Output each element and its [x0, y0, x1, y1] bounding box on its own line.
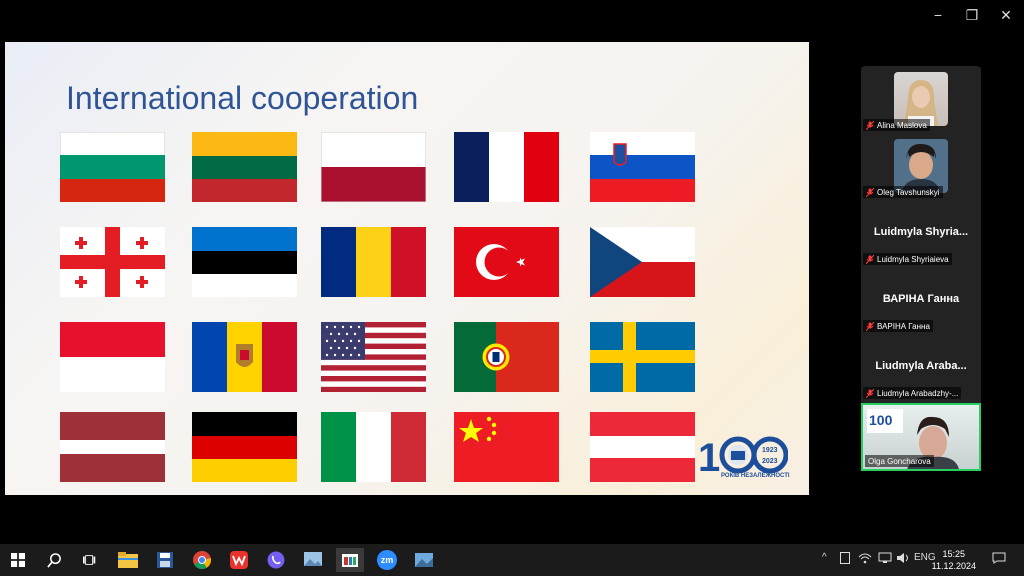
lithuania-flag [192, 132, 297, 202]
logo-caption: РОКІВ НЕЗАЛЕЖНОСТІ [721, 473, 790, 479]
file-explorer-icon[interactable] [114, 548, 142, 572]
notifications-icon[interactable] [992, 552, 1006, 567]
bulgaria-flag [60, 132, 165, 202]
avatar [894, 139, 948, 193]
video-editor-icon[interactable] [336, 548, 364, 572]
slide-title: International cooperation [66, 80, 419, 116]
austria-flag [590, 412, 695, 482]
search-icon[interactable] [40, 548, 68, 572]
zoom-icon[interactable]: zm [373, 548, 401, 572]
participant-tile[interactable]: Alina Maslova [861, 66, 981, 133]
participant-tile[interactable]: Liudmyla Araba... Liudmyla Arabadzhy-... [861, 334, 981, 401]
screen-icon[interactable] [410, 548, 438, 572]
active-speaker-tile[interactable]: 100 Olga Goncharova [861, 403, 981, 471]
participant-tile[interactable]: Oleg Tavshunskyi [861, 133, 981, 200]
svg-text:100: 100 [869, 412, 893, 428]
italy-flag [321, 412, 426, 482]
windows-start-icon[interactable] [4, 548, 32, 572]
slovenia-flag [590, 132, 695, 202]
taskbar: zm ^ ENG 15:25 11.12.2024 [0, 544, 1024, 576]
participant-name: Olga Goncharova [868, 456, 931, 466]
estonia-flag [192, 227, 297, 297]
participant-name-bar: ВАРІНА Ганна [863, 320, 933, 332]
participant-display-name: Luidmyla Shyria... [873, 226, 969, 238]
participant-name: Oleg Tavshunskyi [877, 187, 940, 197]
georgia-flag [60, 227, 165, 297]
participant-name: Liudmyla Arabadzhy-... [877, 388, 959, 398]
participant-tile[interactable]: Luidmyla Shyria... Luidmyla Shyriaieva [861, 200, 981, 267]
clock-date: 11.12.2024 [931, 561, 976, 571]
participant-name-bar: Luidmyla Shyriaieva [863, 253, 952, 265]
participant-name-bar: Liudmyla Arabadzhy-... [863, 387, 962, 399]
close-button[interactable]: ✕ [994, 6, 1018, 24]
romania-flag [321, 227, 426, 297]
participant-name-bar: Oleg Tavshunskyi [863, 186, 943, 198]
latvia-flag [60, 412, 165, 482]
participant-name-bar: Olga Goncharova [865, 455, 934, 467]
france-flag [454, 132, 559, 202]
logo-year-bottom: 2023 [762, 458, 778, 465]
photos-icon[interactable] [299, 548, 327, 572]
muted-mic-icon [866, 321, 874, 331]
chrome-icon[interactable] [188, 548, 216, 572]
wifi-icon[interactable] [858, 552, 872, 567]
network-icon[interactable] [878, 552, 892, 567]
muted-mic-icon [866, 120, 874, 130]
participant-tile[interactable]: ВАРІНА Ганна ВАРІНА Ганна [861, 267, 981, 334]
participant-display-name: ВАРІНА Ганна [882, 293, 960, 305]
portugal-flag [454, 322, 559, 392]
participant-name: ВАРІНА Ганна [877, 321, 930, 331]
save-icon[interactable] [151, 548, 179, 572]
volume-icon[interactable] [896, 552, 910, 567]
minimize-button[interactable]: − [926, 6, 950, 24]
tray-overflow-icon[interactable]: ^ [822, 552, 827, 563]
tablet-icon[interactable] [840, 552, 850, 567]
turkey-flag [454, 227, 559, 297]
clock-time: 15:25 [942, 549, 966, 559]
viber-icon[interactable] [262, 548, 290, 572]
participant-display-name: Liudmyla Araba... [875, 360, 967, 372]
participant-name: Alina Maslova [877, 120, 927, 130]
monaco-flag [60, 322, 165, 392]
avatar [894, 72, 948, 126]
svg-text:1: 1 [698, 436, 720, 480]
muted-mic-icon [866, 254, 874, 264]
sweden-flag [590, 322, 695, 392]
china-flag [454, 412, 559, 482]
muted-mic-icon [866, 388, 874, 398]
logo-year-top: 1923 [762, 447, 778, 454]
participant-name-bar: Alina Maslova [863, 119, 930, 131]
usa-flag [321, 322, 426, 392]
restore-button[interactable]: ❐ [960, 6, 984, 24]
wps-icon[interactable] [225, 548, 253, 572]
clock[interactable]: 15:25 11.12.2024 [932, 548, 976, 572]
shared-screen-slide: International cooperation 1 1923 2023 РО… [5, 42, 809, 495]
germany-flag [192, 412, 297, 482]
muted-mic-icon [866, 187, 874, 197]
czech-flag [590, 227, 695, 297]
task-view-icon[interactable] [76, 548, 104, 572]
moldova-flag [192, 322, 297, 392]
poland-flag [321, 132, 426, 202]
participant-name: Luidmyla Shyriaieva [877, 254, 949, 264]
